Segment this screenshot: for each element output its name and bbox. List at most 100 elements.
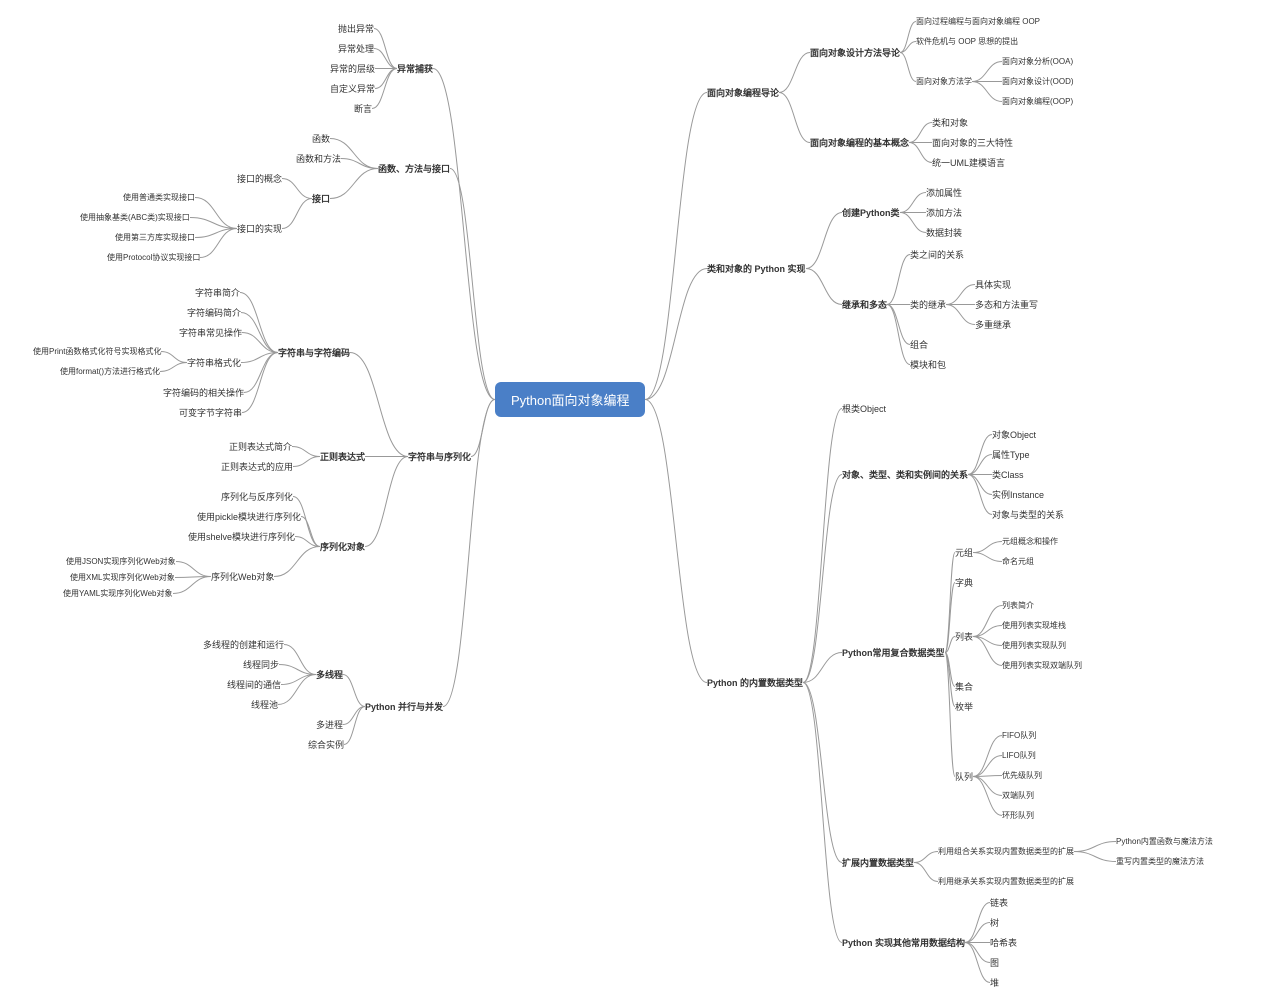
r-b3-1-3[interactable]: 实例Instance — [992, 488, 1044, 501]
r-b1-1-2[interactable]: 统一UML建模语言 — [932, 156, 1005, 169]
r-b1-0-2-0[interactable]: 面向对象分析(OOA) — [1002, 56, 1073, 67]
r-b3-1[interactable]: 对象、类型、类和实例间的关系 — [842, 468, 968, 481]
l-b3-2-2[interactable]: 使用shelve模块进行序列化 — [188, 530, 295, 543]
l-b3-0-0[interactable]: 字符串简介 — [195, 286, 240, 299]
l-b3-0-3[interactable]: 字符串格式化 — [187, 356, 241, 369]
r-b2-0-2[interactable]: 数据封装 — [926, 226, 962, 239]
r-b3-4-2[interactable]: 哈希表 — [990, 936, 1017, 949]
r-b3-2-0[interactable]: 元组 — [955, 546, 973, 559]
r-b2-1-1-2[interactable]: 多重继承 — [975, 318, 1011, 331]
l-b3-2-0[interactable]: 序列化与反序列化 — [221, 490, 293, 503]
l-b3-0-4[interactable]: 字符编码的相关操作 — [163, 386, 244, 399]
r-b2-1-3[interactable]: 模块和包 — [910, 358, 946, 371]
r-b3-2-1[interactable]: 字典 — [955, 576, 973, 589]
r-b3-1-2[interactable]: 类Class — [992, 468, 1024, 481]
l-b4-0-0[interactable]: 多线程的创建和运行 — [203, 638, 284, 651]
r-b3-2-0-0[interactable]: 元组概念和操作 — [1002, 536, 1058, 547]
r-b3-3[interactable]: 扩展内置数据类型 — [842, 856, 914, 869]
r-b3-2-5-3[interactable]: 双端队列 — [1002, 790, 1034, 801]
l-b3-0-3-0[interactable]: 使用Print函数格式化符号实现格式化 — [33, 346, 161, 357]
l-b4-0-3[interactable]: 线程池 — [251, 698, 278, 711]
r-b3-4-3[interactable]: 图 — [990, 956, 999, 969]
r-b2-1-1[interactable]: 类的继承 — [910, 298, 946, 311]
r-b3-3-0-1[interactable]: 重写内置类型的魔法方法 — [1116, 856, 1204, 867]
r-b3-2-2[interactable]: 列表 — [955, 630, 973, 643]
l-b4-0-2[interactable]: 线程间的通信 — [227, 678, 281, 691]
r-b2-1-1-1[interactable]: 多态和方法重写 — [975, 298, 1038, 311]
l-b3-2-3-0[interactable]: 使用JSON实现序列化Web对象 — [66, 556, 176, 567]
l-b1-4[interactable]: 断言 — [354, 102, 372, 115]
l-b4-1[interactable]: 多进程 — [316, 718, 343, 731]
l-b3[interactable]: 字符串与序列化 — [408, 450, 471, 463]
l-b3-0[interactable]: 字符串与字符编码 — [278, 346, 350, 359]
l-b2-0[interactable]: 函数 — [312, 132, 330, 145]
r-b2-1[interactable]: 继承和多态 — [842, 298, 887, 311]
r-b3-2-2-3[interactable]: 使用列表实现双端队列 — [1002, 660, 1082, 671]
l-b1-3[interactable]: 自定义异常 — [330, 82, 375, 95]
l-b2[interactable]: 函数、方法与接口 — [378, 162, 450, 175]
l-b3-2[interactable]: 序列化对象 — [320, 540, 365, 553]
l-b1[interactable]: 异常捕获 — [397, 62, 433, 75]
l-b4-0[interactable]: 多线程 — [316, 668, 343, 681]
r-b1-0-2-1[interactable]: 面向对象设计(OOD) — [1002, 76, 1074, 87]
l-b3-2-3-1[interactable]: 使用XML实现序列化Web对象 — [70, 572, 175, 583]
r-b3-2-3[interactable]: 集合 — [955, 680, 973, 693]
r-b3[interactable]: Python 的内置数据类型 — [707, 676, 803, 689]
r-b1-1[interactable]: 面向对象编程的基本概念 — [810, 136, 909, 149]
r-b1-0-1[interactable]: 软件危机与 OOP 思想的提出 — [916, 36, 1018, 47]
r-b2-0[interactable]: 创建Python类 — [842, 206, 900, 219]
l-b4[interactable]: Python 并行与并发 — [365, 700, 443, 713]
l-b2-2-1-2[interactable]: 使用第三方库实现接口 — [115, 232, 195, 243]
r-b1-0-2[interactable]: 面向对象方法学 — [916, 76, 972, 87]
l-b3-2-1[interactable]: 使用pickle模块进行序列化 — [197, 510, 301, 523]
l-b3-1-0[interactable]: 正则表达式简介 — [229, 440, 292, 453]
r-b3-2-2-0[interactable]: 列表简介 — [1002, 600, 1034, 611]
l-b2-2-1[interactable]: 接口的实现 — [237, 222, 282, 235]
r-b1-1-0[interactable]: 类和对象 — [932, 116, 968, 129]
r-b3-3-1[interactable]: 利用继承关系实现内置数据类型的扩展 — [938, 876, 1074, 887]
l-b2-1[interactable]: 函数和方法 — [296, 152, 341, 165]
l-b3-0-2[interactable]: 字符串常见操作 — [179, 326, 242, 339]
l-b4-2[interactable]: 综合实例 — [308, 738, 344, 751]
l-b2-2-1-1[interactable]: 使用抽象基类(ABC类)实现接口 — [80, 212, 190, 223]
r-b3-4-4[interactable]: 堆 — [990, 976, 999, 989]
r-b1[interactable]: 面向对象编程导论 — [707, 86, 779, 99]
r-b3-2-5-0[interactable]: FIFO队列 — [1002, 730, 1036, 741]
r-b3-2-0-1[interactable]: 命名元组 — [1002, 556, 1034, 567]
l-b1-0[interactable]: 抛出异常 — [338, 22, 374, 35]
r-b1-0-0[interactable]: 面向过程编程与面向对象编程 OOP — [916, 16, 1040, 27]
l-b4-0-1[interactable]: 线程同步 — [243, 658, 279, 671]
l-b3-0-3-1[interactable]: 使用format()方法进行格式化 — [60, 366, 160, 377]
r-b1-1-1[interactable]: 面向对象的三大特性 — [932, 136, 1013, 149]
l-b2-2-1-3[interactable]: 使用Protocol协议实现接口 — [107, 252, 200, 263]
l-b2-2[interactable]: 接口 — [312, 192, 330, 205]
l-b3-1-1[interactable]: 正则表达式的应用 — [221, 460, 293, 473]
l-b2-2-1-0[interactable]: 使用普通类实现接口 — [123, 192, 195, 203]
r-b3-3-0[interactable]: 利用组合关系实现内置数据类型的扩展 — [938, 846, 1074, 857]
r-b2-0-0[interactable]: 添加属性 — [926, 186, 962, 199]
r-b3-1-4[interactable]: 对象与类型的关系 — [992, 508, 1064, 521]
r-b3-1-1[interactable]: 属性Type — [992, 448, 1030, 461]
r-b3-3-0-0[interactable]: Python内置函数与魔法方法 — [1116, 836, 1213, 847]
l-b3-0-1[interactable]: 字符编码简介 — [187, 306, 241, 319]
r-b3-2-4[interactable]: 枚举 — [955, 700, 973, 713]
r-b3-2[interactable]: Python常用复合数据类型 — [842, 646, 945, 659]
r-b2-0-1[interactable]: 添加方法 — [926, 206, 962, 219]
r-b1-0[interactable]: 面向对象设计方法导论 — [810, 46, 900, 59]
r-b1-0-2-2[interactable]: 面向对象编程(OOP) — [1002, 96, 1073, 107]
r-b2-1-1-0[interactable]: 具体实现 — [975, 278, 1011, 291]
r-b3-2-2-2[interactable]: 使用列表实现队列 — [1002, 640, 1066, 651]
r-b2-1-2[interactable]: 组合 — [910, 338, 928, 351]
l-b2-2-0[interactable]: 接口的概念 — [237, 172, 282, 185]
r-b3-4-1[interactable]: 树 — [990, 916, 999, 929]
root-node[interactable]: Python面向对象编程 — [495, 382, 645, 417]
r-b3-2-5-2[interactable]: 优先级队列 — [1002, 770, 1042, 781]
r-b3-2-2-1[interactable]: 使用列表实现堆栈 — [1002, 620, 1066, 631]
l-b3-2-3-2[interactable]: 使用YAML实现序列化Web对象 — [63, 588, 173, 599]
r-b3-4[interactable]: Python 实现其他常用数据结构 — [842, 936, 965, 949]
r-b2-1-0[interactable]: 类之间的关系 — [910, 248, 964, 261]
r-b3-1-0[interactable]: 对象Object — [992, 428, 1036, 441]
r-b3-2-5-1[interactable]: LIFO队列 — [1002, 750, 1036, 761]
l-b3-2-3[interactable]: 序列化Web对象 — [211, 570, 274, 583]
r-b3-4-0[interactable]: 链表 — [990, 896, 1008, 909]
